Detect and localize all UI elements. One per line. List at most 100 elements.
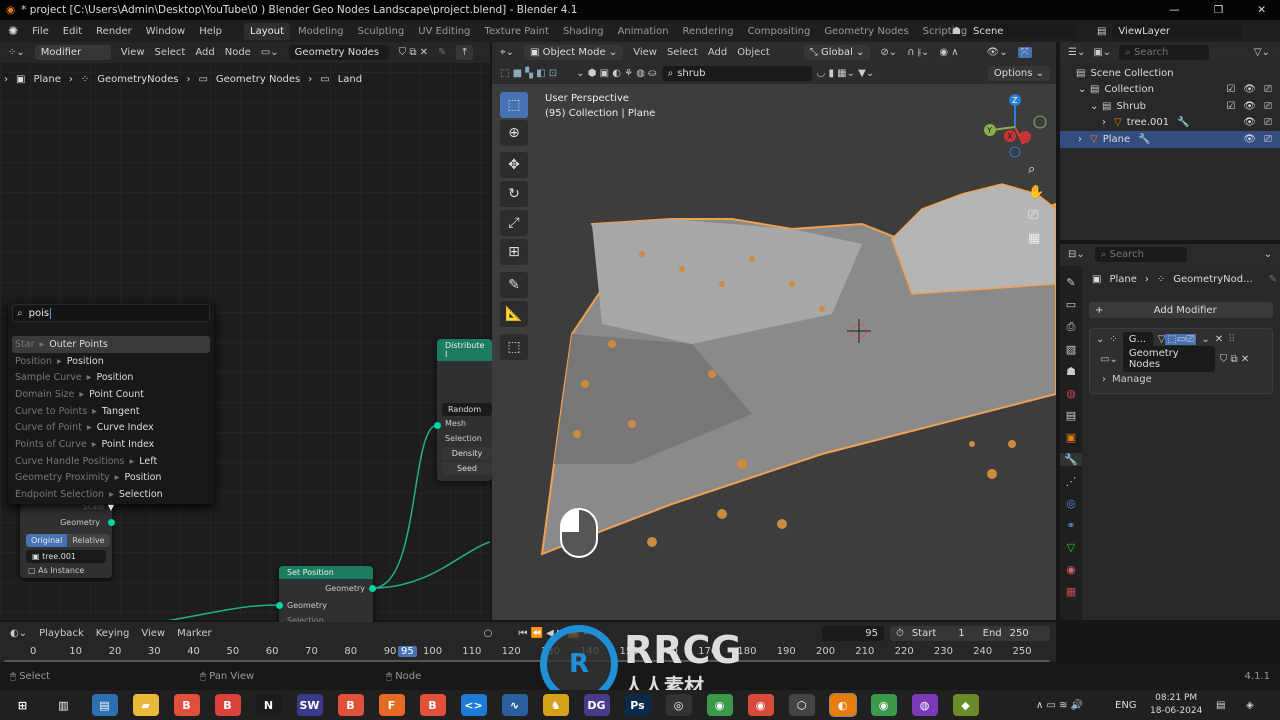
app-green-icon[interactable]: ◆	[952, 694, 979, 716]
expand-icon[interactable]: ›	[1078, 134, 1090, 145]
brave-4-icon[interactable]: B	[419, 694, 446, 716]
photoshop-icon[interactable]: Ps	[624, 694, 651, 716]
language-indicator[interactable]: ENG	[1115, 700, 1137, 711]
expand-icon[interactable]: ⌄	[1078, 84, 1090, 95]
camera-render-icon[interactable]: ⎚	[1264, 117, 1272, 128]
particles-tab-icon[interactable]: ⋰	[1066, 475, 1077, 488]
menu-file[interactable]: File	[32, 26, 49, 37]
timeline-menu-marker[interactable]: Marker	[177, 628, 212, 639]
timeline-menu-playback[interactable]: Playback	[39, 628, 84, 639]
expand-icon[interactable]: ⌄	[1090, 101, 1102, 112]
search-result[interactable]: Points of Curve ▸ Point Index	[8, 436, 214, 453]
transform-tool[interactable]: ⊞	[500, 239, 528, 265]
scroll-down-icon[interactable]: ▼	[8, 503, 214, 512]
modifier-toggles[interactable]: ▽ ⬚▭⎚	[1158, 333, 1197, 345]
collapse-icon[interactable]: ⌄	[1096, 334, 1104, 345]
viewport-menu-select[interactable]: Select	[667, 47, 698, 58]
outliner-item[interactable]: ▤ Scene Collection	[1060, 65, 1280, 82]
viewport-menu-object[interactable]: Object	[737, 47, 770, 58]
brave-2-icon[interactable]: B	[214, 694, 241, 716]
node-group-field[interactable]: Geometry Nodes	[1122, 346, 1215, 372]
outliner-item[interactable]: ⌄ ▤ Collection ☑ 👁 ⎚	[1060, 82, 1280, 99]
firefox-icon[interactable]: F	[378, 694, 405, 716]
dropdown-icon[interactable]: ⌄	[1201, 334, 1209, 345]
chrome-1-icon[interactable]: ◉	[706, 694, 733, 716]
vscode-icon[interactable]: <>	[460, 694, 487, 716]
app-blue-icon[interactable]: ∿	[501, 694, 528, 716]
node-search-input[interactable]: ⌕ pois	[12, 304, 210, 322]
menu-help[interactable]: Help	[199, 26, 222, 37]
world-tab-icon[interactable]: ◍	[1066, 387, 1076, 400]
auto-key-icon[interactable]: ○	[484, 628, 493, 639]
distribute-points-node[interactable]: Distribute I Random Mesh Selection Densi…	[434, 339, 492, 481]
rotate-tool[interactable]: ↻	[500, 181, 528, 207]
task-view-icon[interactable]: ▥	[50, 694, 77, 716]
copilot-icon[interactable]: ◈	[1246, 700, 1254, 711]
data-tab-icon[interactable]: ▽	[1067, 541, 1075, 554]
search-result[interactable]: Sample Curve ▸ Position	[8, 369, 214, 386]
search-result[interactable]: Endpoint Selection ▸ Selection	[8, 486, 214, 503]
outliner-item[interactable]: › ▽ tree.001 🔧 👁 ⎚	[1060, 115, 1280, 132]
options-button[interactable]: Options ⌄	[987, 66, 1050, 81]
dg-icon[interactable]: DG	[583, 694, 610, 716]
workspace-tab-shading[interactable]: Shading	[557, 23, 610, 40]
app-yellow-icon[interactable]: ♞	[542, 694, 569, 716]
workspace-tab-modeling[interactable]: Modeling	[292, 23, 350, 40]
zoom-icon[interactable]: ⌕	[1028, 162, 1044, 177]
view-layer-icon[interactable]: ▤	[1097, 26, 1106, 37]
obs-icon[interactable]: ◎	[665, 694, 692, 716]
scene-selector[interactable]: Scene	[966, 23, 1077, 39]
brave-3-icon[interactable]: B	[337, 694, 364, 716]
manage-panel[interactable]: › Manage	[1090, 369, 1272, 389]
menu-edit[interactable]: Edit	[63, 26, 82, 37]
viewport-menu-view[interactable]: View	[633, 47, 657, 58]
menu-render[interactable]: Render	[96, 26, 132, 37]
minimize-button[interactable]: —	[1169, 4, 1180, 16]
workspace-tab-rendering[interactable]: Rendering	[677, 23, 740, 40]
chrome-3-icon[interactable]: ◉	[870, 694, 897, 716]
pivot-icon[interactable]: ⊘⌄	[880, 47, 897, 58]
scale-tool[interactable]: ⤢	[500, 210, 528, 236]
properties-search-input[interactable]: ⌕ Search	[1094, 247, 1187, 262]
add-modifier-button[interactable]: + Add Modifier	[1089, 302, 1273, 318]
search-result[interactable]: Geometry Proximity ▸ Position	[8, 470, 214, 487]
move-tool[interactable]: ✥	[500, 152, 528, 178]
search-result[interactable]: Position ▸ Position	[8, 353, 214, 370]
editor-type-icon[interactable]: ⊟⌄	[1068, 249, 1085, 260]
clock[interactable]: 08:21 PM 18-06-2024	[1150, 692, 1202, 718]
output-tab-icon[interactable]: ⎙	[1067, 320, 1076, 334]
search-result[interactable]: Curve Handle Positions ▸ Left	[8, 453, 214, 470]
workspace-tab-animation[interactable]: Animation	[612, 23, 675, 40]
outliner-item[interactable]: › ▽ Plane 🔧 👁 ⎚	[1060, 131, 1280, 148]
editor-type-icon[interactable]: ⌖⌄	[500, 47, 514, 58]
expand-icon[interactable]: ›	[1102, 117, 1114, 128]
modifier-name-field[interactable]: G...	[1122, 331, 1153, 347]
viewport-menu-add[interactable]: Add	[708, 47, 727, 58]
distribute-mode[interactable]: Random	[442, 403, 492, 416]
frame-ruler[interactable]: 0102030405060708090100110120130140150160…	[0, 646, 1056, 660]
search-result[interactable]: Curve of Point ▸ Curve Index	[8, 419, 214, 436]
eye-icon[interactable]: 👁	[1243, 134, 1256, 145]
tool-tab-icon[interactable]: ✎	[1066, 276, 1075, 289]
relative-toggle[interactable]: Relative	[67, 534, 110, 547]
as-instance-checkbox[interactable]: ▢ As Instance	[28, 566, 84, 575]
workspace-tab-compositing[interactable]: Compositing	[742, 23, 817, 40]
seed-field[interactable]: Seed	[442, 462, 492, 475]
filter-icons[interactable]: ◡ ▮ ▦⌄ ▼⌄	[817, 68, 875, 79]
explorer-icon[interactable]: ▤	[91, 694, 118, 716]
files-icon[interactable]: ▰	[132, 694, 159, 716]
system-tray-icons[interactable]: ∧ ▭ ≋ 🔊	[1036, 700, 1083, 711]
constraints-tab-icon[interactable]: ⚭	[1066, 519, 1075, 532]
exclude-checkbox[interactable]: ☑	[1226, 101, 1235, 112]
view-layer-selector[interactable]: ViewLayer	[1112, 23, 1243, 39]
editor-type-icon[interactable]: ◐⌄	[10, 628, 27, 639]
sw-icon[interactable]: SW	[296, 694, 323, 716]
set-position-node[interactable]: Set Position Geometry Geometry Selection	[276, 566, 376, 626]
unity-icon[interactable]: ⬡	[788, 694, 815, 716]
visibility-icon[interactable]: 👁⌄	[987, 47, 1008, 58]
end-frame[interactable]: 250	[1010, 628, 1029, 639]
view-layer-tab-icon[interactable]: ▨	[1066, 343, 1076, 356]
start-frame[interactable]: 1	[958, 628, 964, 639]
navigation-gizmo[interactable]: Z Y X	[980, 92, 1050, 162]
playhead[interactable]: 95	[398, 646, 417, 657]
